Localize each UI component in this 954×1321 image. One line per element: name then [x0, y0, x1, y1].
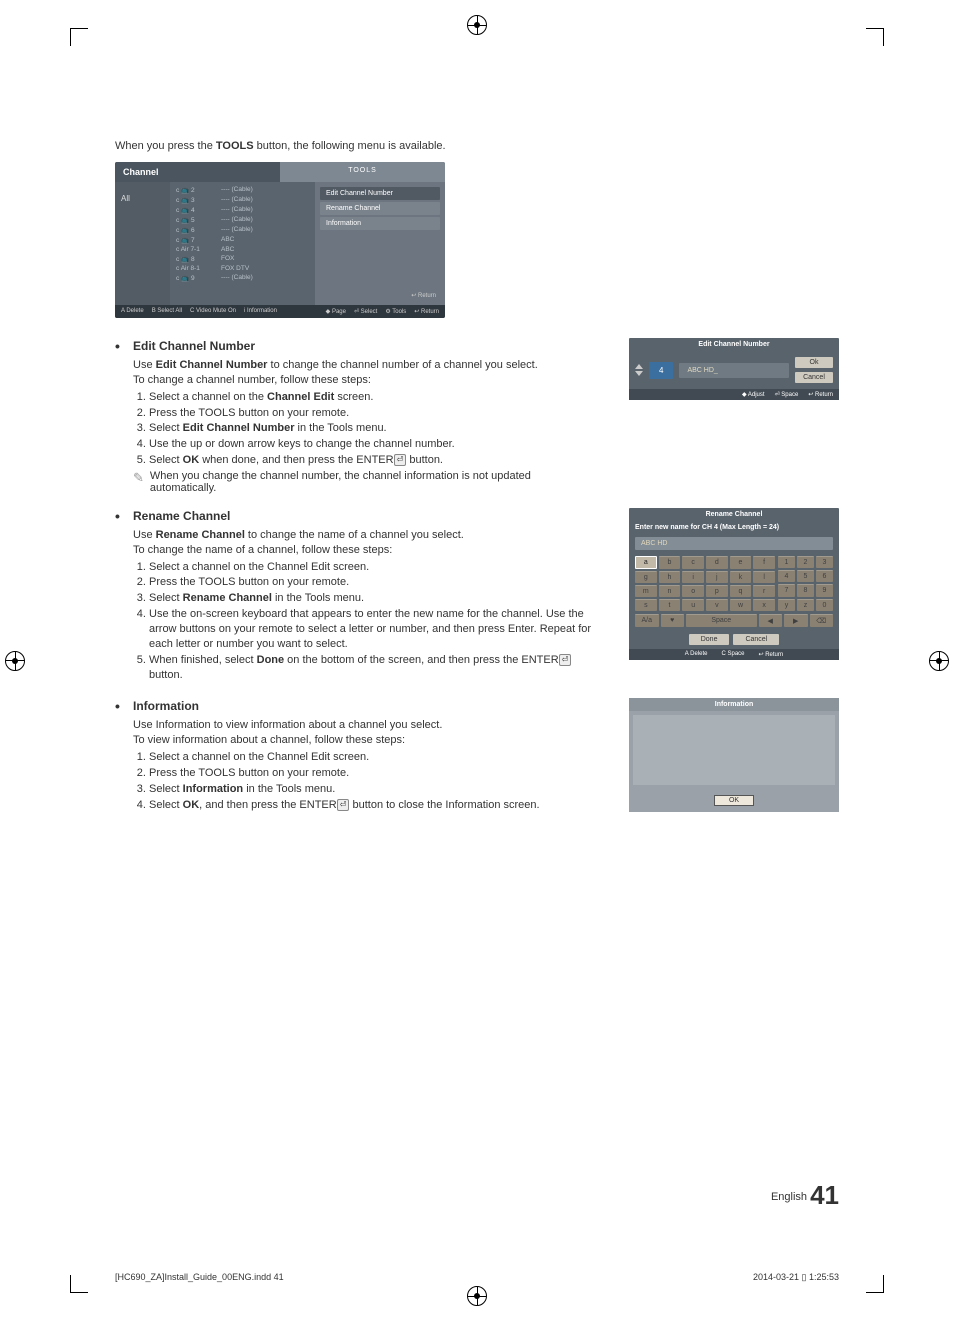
ok-button: Ok	[795, 357, 833, 368]
information-panel: Information OK	[629, 698, 839, 812]
info-blank-area	[633, 715, 835, 785]
channel-number-box: 4	[649, 362, 673, 379]
tools-return: ↩ Return	[318, 232, 442, 302]
crop-mark	[70, 1275, 88, 1293]
ss-title: Channel	[115, 162, 280, 182]
ss-tools-tab: TOOLS	[280, 162, 445, 182]
cancel-button: Cancel	[733, 634, 779, 645]
keyboard-bottom-row: A/a♥Space◀▶⌫	[629, 614, 839, 630]
rename-input: ABC HD	[635, 537, 833, 550]
ss-toolbar: A DeleteB Select AllC Video Mute Oni Inf…	[115, 305, 445, 318]
section-heading: Information	[115, 698, 600, 714]
ss-tools-menu: Edit Channel Number Rename Channel Infor…	[315, 182, 445, 305]
note: ✎When you change the channel number, the…	[133, 470, 600, 494]
ss-channel-list: c 📺 2---- (Cable)c 📺 3---- (Cable)c 📺 4-…	[170, 182, 315, 305]
enter-icon: ⏎	[394, 454, 407, 466]
tools-menu-item: Edit Channel Number	[320, 187, 440, 200]
section-heading: Edit Channel Number	[115, 338, 600, 354]
ss-category: All	[115, 182, 170, 305]
cancel-button: Cancel	[795, 372, 833, 383]
registration-mark	[467, 15, 487, 35]
crop-mark	[866, 28, 884, 46]
paragraph: Use Edit Channel Number to change the ch…	[133, 358, 600, 373]
page-footer: English 41	[771, 1180, 839, 1211]
registration-mark	[5, 651, 25, 671]
section-heading: Rename Channel	[115, 508, 600, 524]
ok-button: OK	[714, 795, 754, 806]
paragraph: Use Rename Channel to change the name of…	[133, 528, 600, 543]
steps-list: Select a channel on the Channel Edit scr…	[133, 560, 600, 683]
print-meta: [HC690_ZA]Install_Guide_00ENG.indd 41201…	[115, 1272, 839, 1283]
paragraph: To change the name of a channel, follow …	[133, 543, 600, 558]
enter-icon: ⏎	[559, 654, 572, 666]
keyboard-letters: abcdefghijklmnopqrstuvwx	[635, 556, 775, 611]
registration-mark	[467, 1286, 487, 1306]
crop-mark	[70, 28, 88, 46]
crop-mark	[866, 1275, 884, 1293]
channel-tools-screenshot: Channel TOOLS All c 📺 2---- (Cable)c 📺 3…	[115, 162, 445, 318]
tools-menu-item: Rename Channel	[320, 202, 440, 215]
channel-name-box: ABC HD_	[679, 363, 789, 378]
paragraph: To view information about a channel, fol…	[133, 733, 600, 748]
arrow-icons	[635, 364, 643, 376]
tools-menu-item: Information	[320, 217, 440, 230]
intro-text: When you press the TOOLS button, the fol…	[115, 140, 839, 152]
registration-mark	[929, 651, 949, 671]
note-icon: ✎	[133, 470, 144, 494]
steps-list: Select a channel on the Channel Edit scr…	[133, 390, 600, 468]
keyboard-numbers: 123456789yz0	[778, 556, 833, 611]
rename-channel-panel: Rename Channel Enter new name for CH 4 (…	[629, 508, 839, 660]
done-button: Done	[689, 634, 730, 645]
enter-icon: ⏎	[337, 799, 350, 811]
steps-list: Select a channel on the Channel Edit scr…	[133, 750, 600, 812]
paragraph: Use Information to view information abou…	[133, 718, 600, 733]
edit-channel-number-panel: Edit Channel Number 4 ABC HD_ Ok Cancel …	[629, 338, 839, 400]
paragraph: To change a channel number, follow these…	[133, 373, 600, 388]
